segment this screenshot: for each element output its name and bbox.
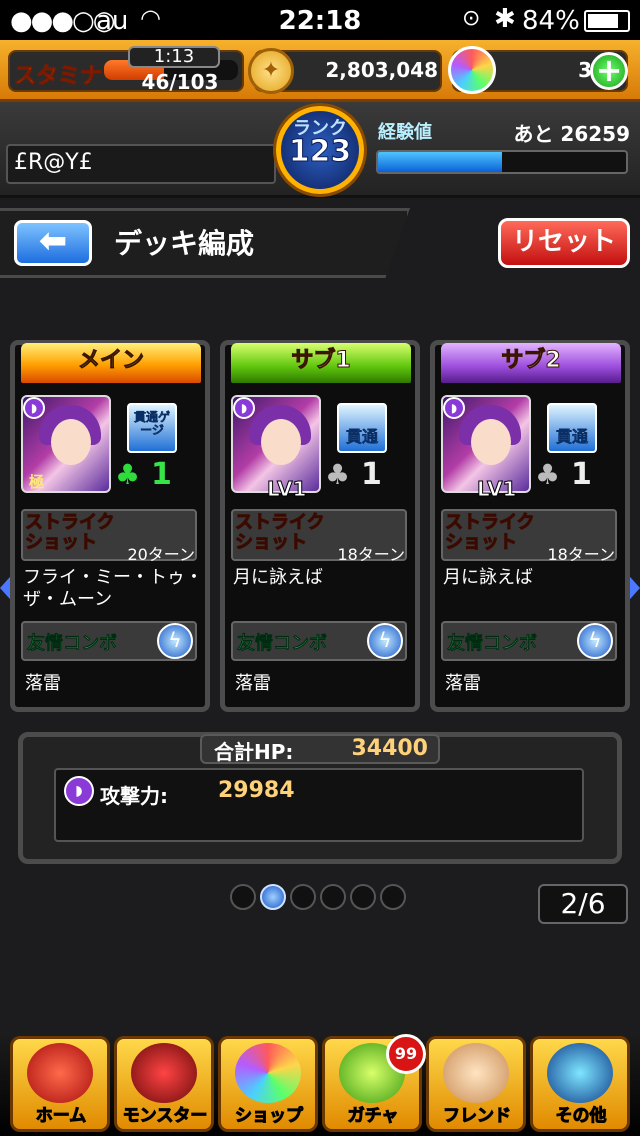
- battery-icon: [584, 10, 630, 32]
- home-dragon-icon: [27, 1043, 93, 1103]
- deck-card-sub2[interactable]: サブ2 ◗ LV1 貫通 ♣ 1 ストライク ショット 18ターン 月に詠えば …: [430, 340, 630, 712]
- nav-friend-button[interactable]: フレンド: [426, 1036, 526, 1132]
- nav-other-button[interactable]: その他: [530, 1036, 630, 1132]
- strike-shot-turns: 18ターン: [337, 545, 405, 564]
- exp-bar: [376, 150, 628, 174]
- status-bar: ●●●○○ au ◠ 22:18 ⊙ ✱ 84%: [0, 0, 640, 40]
- strike-shot-name: 月に詠えば: [233, 567, 323, 588]
- page-dot[interactable]: [290, 884, 316, 910]
- gacha-count-badge: 99: [386, 1034, 426, 1074]
- nav-label: その他: [555, 1106, 607, 1127]
- gold-coin-icon: ✦: [248, 48, 294, 94]
- nav-home-button[interactable]: ホーム: [10, 1036, 110, 1132]
- nav-label: ガチャ: [347, 1106, 399, 1127]
- slot-label: サブ1: [231, 343, 411, 383]
- nav-shop-button[interactable]: ショップ: [218, 1036, 318, 1132]
- strike-shot-name: 月に詠えば: [443, 567, 533, 588]
- orb-value: 3: [578, 58, 592, 82]
- bluetooth-icon: ✱: [494, 4, 516, 34]
- handshake-icon: [443, 1043, 509, 1103]
- friendship-combo-label: 友情コンボ: [27, 633, 118, 655]
- strike-shot-label: ストライク ショット: [235, 512, 326, 553]
- monster-icon: [131, 1043, 197, 1103]
- battery-percent: 84%: [522, 6, 580, 36]
- friendship-combo-name: 落雷: [445, 673, 481, 694]
- slot-label: サブ2: [441, 343, 621, 383]
- nav-label: ショップ: [235, 1106, 304, 1127]
- deck-card-main[interactable]: メイン 極 ◗ 貫通ゲージ ♣ 1 ストライク ショット 20ターン フライ・ミ…: [10, 340, 210, 712]
- rank-value: 123: [288, 134, 352, 170]
- shop-orb-icon: [235, 1043, 301, 1103]
- dark-element-icon: ◗: [233, 397, 255, 419]
- pierce-icon: 貫通: [337, 403, 387, 453]
- attack-value: 29984: [218, 778, 295, 803]
- dark-element-icon: ◗: [443, 397, 465, 419]
- strike-shot-turns: 18ターン: [547, 545, 615, 564]
- slot-label: メイン: [21, 343, 201, 383]
- page-dot-active[interactable]: [260, 884, 286, 910]
- luck-value: 1: [361, 457, 382, 492]
- stamina-timer: 1:13: [128, 46, 220, 68]
- page-dot[interactable]: [320, 884, 346, 910]
- pierce-gauge-icon: 貫通ゲージ: [127, 403, 177, 453]
- strike-shot-name: フライ・ミー・トゥ・ザ・ムーン: [23, 567, 203, 610]
- deck-card-sub1[interactable]: サブ1 ◗ LV1 貫通 ♣ 1 ストライク ショット 18ターン 月に詠えば …: [220, 340, 420, 712]
- exp-label: 経験値: [378, 122, 432, 143]
- luck-value: 1: [571, 457, 592, 492]
- gold-value: 2,803,048: [325, 58, 438, 82]
- lightning-icon: ϟ: [367, 623, 403, 659]
- pierce-icon: 貫通: [547, 403, 597, 453]
- luck-clover-icon: ♣: [535, 458, 561, 491]
- friendship-combo-name: 落雷: [25, 673, 61, 694]
- player-name: £R@Y£: [14, 150, 93, 175]
- nav-monster-button[interactable]: モンスター: [114, 1036, 214, 1132]
- page-dot[interactable]: [380, 884, 406, 910]
- friendship-combo-label: 友情コンボ: [447, 633, 538, 655]
- page-dot[interactable]: [350, 884, 376, 910]
- monster-level: LV1: [476, 477, 517, 502]
- back-button[interactable]: ⬅: [14, 220, 92, 266]
- monster-level: LV1: [266, 477, 307, 502]
- exp-fill: [378, 152, 502, 172]
- stamina-label: スタミナ: [13, 64, 103, 90]
- portrait-tag: 極: [29, 473, 45, 491]
- friendship-combo-name: 落雷: [235, 673, 271, 694]
- dark-element-icon: ◗: [23, 397, 45, 419]
- dark-element-icon: ◗: [64, 776, 94, 806]
- total-hp-value: 34400: [351, 736, 428, 761]
- strike-shot-turns: 20ターン: [127, 545, 195, 564]
- page-counter: 2/6: [538, 884, 628, 924]
- reset-button[interactable]: リセット: [498, 218, 630, 268]
- radar-icon: [547, 1043, 613, 1103]
- nav-label: フレンド: [443, 1106, 512, 1127]
- lightning-icon: ϟ: [157, 623, 193, 659]
- exp-remaining: あと 26259: [513, 122, 630, 146]
- nav-label: ホーム: [35, 1106, 87, 1127]
- luck-value: 1: [151, 457, 172, 492]
- luck-clover-icon: ♣: [325, 458, 351, 491]
- page-title: デッキ編成: [114, 227, 255, 260]
- attack-label: 攻撃力:: [100, 784, 168, 808]
- friendship-combo-label: 友情コンボ: [237, 633, 328, 655]
- page-dot[interactable]: [230, 884, 256, 910]
- strike-shot-label: ストライク ショット: [445, 512, 536, 553]
- luck-clover-icon: ♣: [115, 458, 141, 491]
- strike-shot-label: ストライク ショット: [25, 512, 116, 553]
- lightning-icon: ϟ: [577, 623, 613, 659]
- orb-icon: [448, 46, 496, 94]
- nav-label: モンスター: [122, 1106, 208, 1127]
- total-hp-label: 合計HP:: [214, 740, 294, 764]
- stamina-value: 46/103: [141, 70, 219, 94]
- rotation-lock-icon: ⊙: [462, 6, 481, 31]
- buy-orb-button[interactable]: +: [590, 52, 628, 90]
